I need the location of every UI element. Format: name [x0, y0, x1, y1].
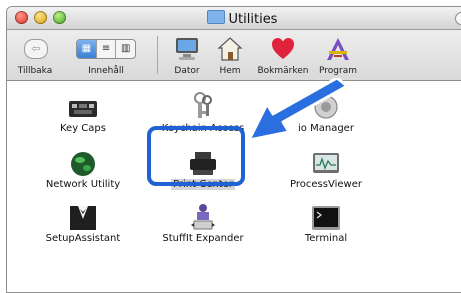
heart-icon: [272, 38, 294, 59]
monitor-icon: [313, 153, 339, 173]
app-label: Network Utility: [45, 179, 121, 190]
title-bar[interactable]: Utilities: [7, 7, 461, 30]
stuffit-icon: [191, 204, 215, 230]
app-label: Key Caps: [60, 123, 106, 134]
toolbar-toggle-button[interactable]: [455, 12, 461, 25]
pointer-arrow-icon: [247, 78, 349, 142]
print-center-highlight: [147, 126, 245, 186]
icon-view-button[interactable]: ▦: [77, 40, 97, 58]
view-mode-icon[interactable]: ▦ ≡ ▥: [76, 39, 136, 59]
toolbar-divider: [157, 36, 158, 74]
app-label: SetupAssistant: [45, 233, 121, 244]
window-title-text: Utilities: [228, 12, 278, 27]
toolbar-back-label: Tillbaka: [17, 66, 53, 76]
app-label: Terminal: [304, 233, 348, 244]
app-label: ProcessViewer: [290, 179, 362, 190]
keys-icon: [194, 92, 212, 118]
column-view-button[interactable]: ▥: [116, 40, 135, 58]
list-view-button[interactable]: ≡: [97, 40, 117, 58]
keyboard-icon: [69, 101, 97, 117]
globe-icon: [71, 152, 95, 176]
folder-icon: [206, 10, 225, 24]
toolbar: ⇦ Tillbaka ▦ ≡ ▥ Innehåll Dator Hem Bokm…: [7, 30, 461, 81]
toolbar-applications-label: Program: [319, 66, 357, 76]
tuxedo-icon: [70, 206, 96, 230]
toolbar-home-label: Hem: [219, 66, 241, 76]
window-title: Utilities: [7, 10, 461, 27]
computer-icon: [176, 38, 198, 60]
app-label: StuffIt Expander: [162, 233, 244, 244]
toolbar-view-label: Innehåll: [88, 66, 124, 76]
toolbar-computer-label: Dator: [174, 66, 200, 76]
back-arrow-icon[interactable]: ⇦: [24, 39, 48, 59]
terminal-icon: [312, 206, 340, 230]
home-icon: [217, 37, 243, 61]
file-browser: Key Caps Keychain Access io Manager Netw…: [7, 81, 461, 292]
applications-icon: [327, 38, 349, 60]
toolbar-favorites-label: Bokmärken: [257, 66, 309, 76]
